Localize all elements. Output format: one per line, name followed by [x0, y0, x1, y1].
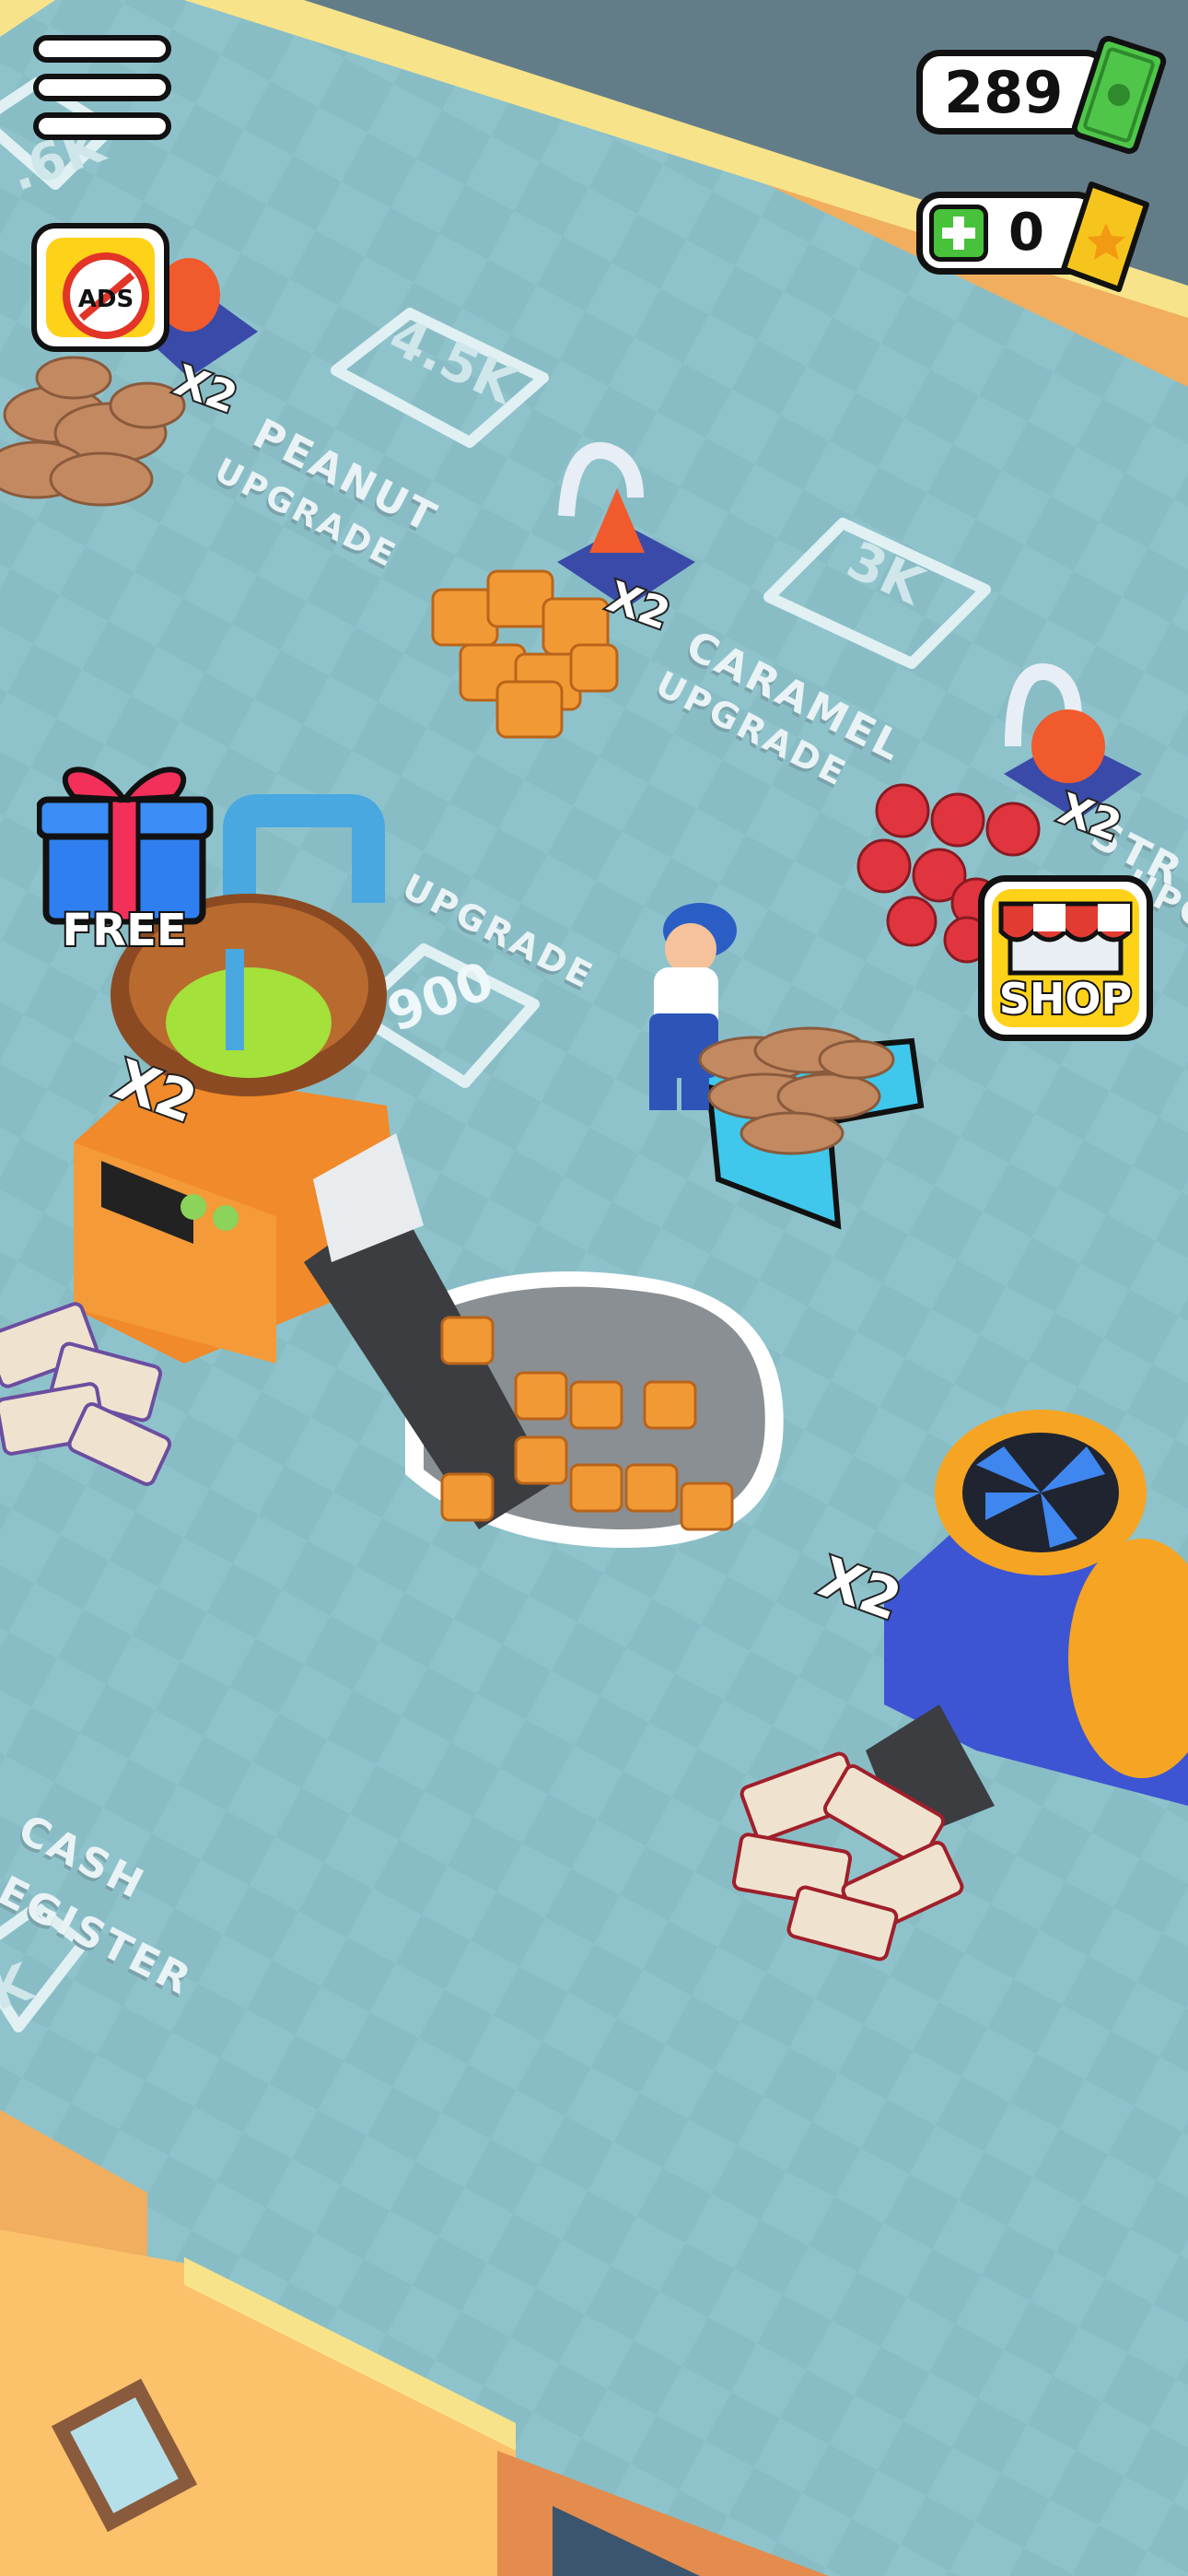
- plus-icon: [942, 217, 975, 250]
- shop-button[interactable]: SHOP: [978, 875, 1153, 1041]
- cash-stack-icon: [1071, 35, 1167, 155]
- no-ads-button[interactable]: ADS: [31, 223, 169, 352]
- ticket-star-icon: [1061, 181, 1149, 292]
- add-tickets-button[interactable]: [929, 205, 988, 262]
- free-label: FREE: [60, 903, 188, 958]
- tickets-counter: 0: [916, 181, 1156, 292]
- tickets-amount: 0: [1008, 203, 1044, 263]
- shop-label: SHOP: [997, 972, 1134, 1025]
- free-gift-button[interactable]: FREE: [37, 755, 221, 958]
- no-ads-icon: ADS: [63, 252, 149, 339]
- hamburger-menu-icon: [33, 35, 171, 63]
- cash-counter: 289: [916, 35, 1167, 155]
- shop-awning-icon: [998, 901, 1133, 976]
- menu-button[interactable]: [33, 35, 171, 144]
- no-ads-label: ADS: [77, 286, 134, 313]
- cash-amount: 289: [944, 59, 1064, 126]
